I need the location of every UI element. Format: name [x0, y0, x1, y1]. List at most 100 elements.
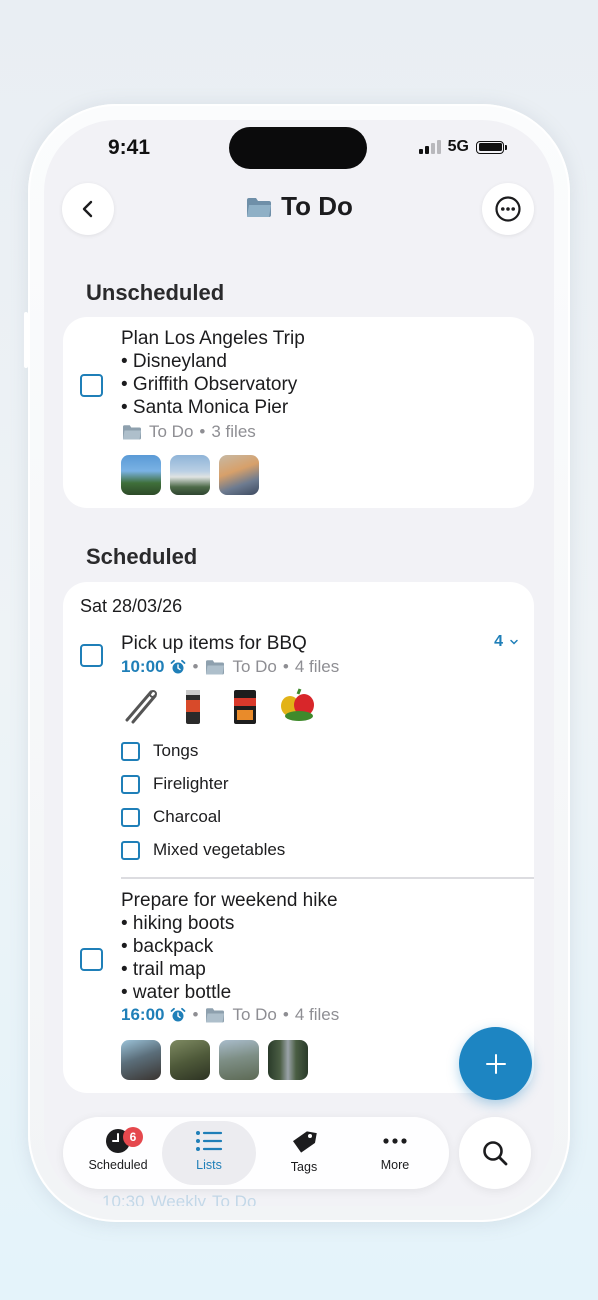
- folder-icon: [123, 425, 141, 440]
- cellular-signal-icon: [418, 140, 441, 154]
- subtask-row[interactable]: Mixed vegetables: [121, 840, 285, 860]
- task-note-line: • water bottle: [121, 982, 232, 1003]
- folder-icon: [247, 197, 272, 217]
- battery-icon: [476, 140, 507, 154]
- subtask-row[interactable]: Charcoal: [121, 807, 221, 827]
- task-list-name: To Do: [211, 1192, 257, 1206]
- meta-separator: •: [282, 1005, 289, 1024]
- app-screen: 9:41 5G To Do Unscheduled Plan Los Angel…: [44, 120, 554, 1206]
- task-note-line: • Griffith Observatory: [121, 374, 298, 395]
- task-meta: 10:00 • To Do • 4 files: [121, 657, 339, 677]
- task-list-name: To Do: [232, 657, 277, 676]
- subtask-label: Mixed vegetables: [153, 840, 286, 859]
- task-title: Prepare for weekend hike: [121, 890, 338, 911]
- attachment-thumbnail[interactable]: [225, 686, 265, 726]
- tab-label: More: [380, 1158, 410, 1172]
- folder-icon: [206, 1008, 225, 1023]
- task-title: Plan Los Angeles Trip: [121, 328, 305, 349]
- search-button[interactable]: [459, 1117, 531, 1189]
- tab-tags[interactable]: Tags: [257, 1121, 351, 1185]
- task-time: 10:30: [102, 1192, 145, 1206]
- tab-scheduled[interactable]: 6 Scheduled: [71, 1121, 165, 1185]
- task-checkbox[interactable]: [80, 644, 103, 667]
- subtask-checkbox[interactable]: [121, 840, 140, 860]
- plus-icon: [485, 1053, 506, 1074]
- add-task-button[interactable]: [459, 1027, 532, 1100]
- task-repeat: Weekly: [150, 1192, 206, 1206]
- task-note-line: • Santa Monica Pier: [121, 397, 289, 418]
- network-type: 5G: [447, 138, 469, 155]
- task-divider: [121, 877, 534, 879]
- status-indicators: 5G: [418, 138, 507, 156]
- attachment-thumbnail[interactable]: [277, 686, 317, 726]
- dynamic-island: [229, 127, 367, 169]
- subtask-checkbox[interactable]: [121, 741, 140, 761]
- subtask-label: Tongs: [153, 741, 199, 760]
- scheduled-card: Sat 28/03/26 Pick up items for BBQ 10:00…: [63, 582, 534, 1093]
- task-checkbox[interactable]: [80, 948, 103, 971]
- attachment-thumbnail[interactable]: [173, 686, 213, 726]
- page-title: To Do: [44, 191, 554, 222]
- tag-icon: [292, 1131, 317, 1153]
- subtask-label: Charcoal: [153, 807, 222, 826]
- task-note-line: • trail map: [121, 959, 206, 980]
- task-list-name: To Do: [149, 422, 194, 441]
- date-header: Sat 28/03/26: [80, 596, 183, 616]
- attachment-thumbnail[interactable]: [170, 455, 210, 495]
- section-heading-unscheduled: Unscheduled: [86, 280, 225, 305]
- subtask-checkbox[interactable]: [121, 774, 140, 794]
- task-note-line: • backpack: [121, 936, 214, 957]
- alarm-clock-icon: [171, 659, 186, 674]
- chevron-down-icon: [510, 639, 518, 645]
- more-options-button[interactable]: [482, 183, 534, 235]
- list-icon: [196, 1131, 223, 1151]
- attachment-thumbnail[interactable]: [121, 686, 161, 726]
- task-text[interactable]: Prepare for weekend hike • hiking boots …: [121, 889, 339, 1025]
- tab-bar: 6 Scheduled Lists Tags More: [63, 1117, 449, 1189]
- attachment-thumbnail[interactable]: [121, 455, 161, 495]
- subtask-row[interactable]: Firelighter: [121, 774, 229, 794]
- tab-label: Scheduled: [88, 1158, 148, 1172]
- task-list-name: To Do: [232, 1005, 277, 1024]
- task-card[interactable]: Plan Los Angeles Trip • Disneyland • Gri…: [63, 317, 534, 508]
- task-meta: To Do • 3 files: [121, 422, 305, 442]
- subtask-count: 4: [494, 633, 503, 650]
- attachment-thumbnail[interactable]: [121, 1040, 161, 1080]
- task-text[interactable]: Pick up items for BBQ 10:00 • To Do • 4 …: [121, 632, 339, 677]
- tab-lists[interactable]: Lists: [162, 1121, 256, 1185]
- attachment-thumbnails: [121, 455, 259, 495]
- meta-separator: •: [199, 422, 206, 441]
- attachment-thumbnails: [121, 1040, 308, 1080]
- search-icon: [483, 1141, 508, 1166]
- attachment-thumbnail[interactable]: [219, 455, 259, 495]
- task-file-count: 3 files: [211, 422, 256, 441]
- task-meta: 16:00 • To Do • 4 files: [121, 1005, 339, 1025]
- task-file-count: 4 files: [294, 657, 340, 676]
- tab-label: Lists: [196, 1158, 222, 1172]
- ellipsis-circle-icon: [495, 196, 521, 222]
- tab-more[interactable]: More: [348, 1121, 442, 1185]
- status-time: 9:41: [108, 136, 151, 159]
- subtask-label: Firelighter: [153, 774, 229, 793]
- task-note-line: • hiking boots: [121, 913, 235, 934]
- next-task-preview: 10:30 Weekly To Do: [102, 1192, 256, 1206]
- task-time: 16:00: [121, 1005, 165, 1024]
- page-title-text: To Do: [281, 191, 353, 221]
- subtask-checkbox[interactable]: [121, 807, 140, 827]
- task-checkbox[interactable]: [80, 374, 103, 397]
- meta-separator: •: [192, 1005, 199, 1024]
- phone-side-button: [24, 312, 28, 368]
- attachment-thumbnail[interactable]: [268, 1040, 308, 1080]
- task-time: 10:00: [121, 657, 165, 676]
- task-title: Pick up items for BBQ: [121, 633, 307, 654]
- meta-separator: •: [282, 657, 289, 676]
- task-file-count: 4 files: [294, 1005, 340, 1024]
- folder-icon: [206, 660, 225, 675]
- task-note-line: • Disneyland: [121, 351, 227, 372]
- notification-badge: 6: [123, 1127, 143, 1147]
- subtask-row[interactable]: Tongs: [121, 741, 198, 761]
- meta-separator: •: [192, 657, 199, 676]
- attachment-thumbnail[interactable]: [219, 1040, 259, 1080]
- attachment-thumbnail[interactable]: [170, 1040, 210, 1080]
- subtask-count-toggle[interactable]: 4: [494, 633, 519, 651]
